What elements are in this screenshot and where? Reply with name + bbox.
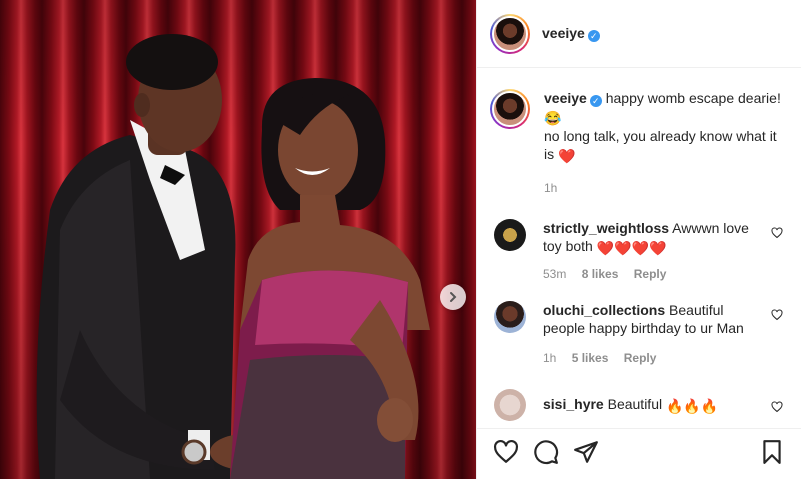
couple-illustration xyxy=(36,34,430,479)
caption-timestamp[interactable]: 1h xyxy=(544,181,557,195)
comments-list[interactable]: veeiye ✓ happy womb escape dearie! 😂 no l… xyxy=(477,69,801,427)
comment-item: sisi_hyre Beautiful 🔥🔥🔥 xyxy=(490,389,785,421)
comment-item: strictly_weightloss Awwwn love toy both … xyxy=(490,219,785,283)
commenter-username[interactable]: sisi_hyre xyxy=(543,396,604,412)
next-photo-button[interactable] xyxy=(440,284,466,310)
author-name-block: veeiye ✓ xyxy=(542,25,600,43)
caption-body: veeiye ✓ happy womb escape dearie! 😂 no l… xyxy=(544,89,784,197)
man-watch xyxy=(181,439,207,465)
post-caption: veeiye ✓ happy womb escape dearie! 😂 no l… xyxy=(490,69,785,197)
caption-avatar-image xyxy=(492,91,528,127)
comment-item: oluchi_collections Beautiful people happ… xyxy=(490,301,785,367)
comment-timestamp[interactable]: 53m xyxy=(543,267,566,281)
author-avatar[interactable] xyxy=(490,13,530,54)
comment-timestamp[interactable]: 1h xyxy=(543,351,556,365)
woman-hand xyxy=(377,398,413,442)
bookmark-icon[interactable] xyxy=(759,439,785,465)
comment-icon[interactable] xyxy=(533,439,559,465)
comment-reply-button[interactable]: Reply xyxy=(624,351,657,365)
commenter-username[interactable]: strictly_weightloss xyxy=(543,220,669,236)
comment-body: oluchi_collections Beautiful people happ… xyxy=(543,301,758,367)
verified-badge-icon: ✓ xyxy=(587,29,600,42)
laughing-emoji-icon: 😂 xyxy=(544,110,562,126)
comment-body: strictly_weightloss Awwwn love toy both … xyxy=(543,219,758,283)
comment-like-heart-icon[interactable] xyxy=(771,309,783,321)
paper-plane-icon[interactable] xyxy=(573,439,599,465)
avatar-image xyxy=(492,15,528,52)
commenter-avatar[interactable] xyxy=(494,301,526,333)
post-side-panel: veeiye ✓ veeiye ✓ happy womb escape dearie… xyxy=(476,0,801,479)
comment-like-heart-icon[interactable] xyxy=(771,227,783,239)
post-actions-bar xyxy=(477,428,801,479)
comment-text: Beautiful xyxy=(607,396,663,412)
commenter-avatar[interactable] xyxy=(494,389,526,421)
comment-body: sisi_hyre Beautiful 🔥🔥🔥 xyxy=(543,389,758,421)
post-header: veeiye ✓ xyxy=(477,0,801,68)
comment-meta: 53m 8 likes Reply xyxy=(543,265,758,283)
comment-like-count[interactable]: 5 likes xyxy=(572,351,609,365)
caption-avatar[interactable] xyxy=(490,89,530,129)
comment-reply-button[interactable]: Reply xyxy=(634,267,667,281)
caption-text-line1: happy womb escape dearie! xyxy=(605,90,781,106)
commenter-avatar[interactable] xyxy=(494,219,526,251)
red-heart-emoji-icon: ❤️❤️❤️❤️ xyxy=(596,240,667,256)
heart-icon[interactable] xyxy=(493,439,519,465)
comment-like-heart-icon[interactable] xyxy=(771,401,783,413)
man-ear xyxy=(134,93,150,117)
caption-meta: 1h xyxy=(544,179,784,197)
fire-emoji-icon: 🔥🔥🔥 xyxy=(665,398,719,414)
man-hair xyxy=(126,34,218,90)
caption-text-line3: no long talk, you already know what it i… xyxy=(544,128,777,162)
comment-meta: 1h 5 likes Reply xyxy=(543,349,758,367)
post-photo[interactable] xyxy=(0,0,476,479)
commenter-username[interactable]: oluchi_collections xyxy=(543,302,665,318)
comment-like-count[interactable]: 8 likes xyxy=(582,267,619,281)
author-username[interactable]: veeiye xyxy=(542,25,585,41)
chevron-right-icon xyxy=(450,292,457,302)
red-heart-emoji-icon: ❤️ xyxy=(558,148,576,164)
caption-username[interactable]: veeiye xyxy=(544,90,587,106)
verified-badge-icon: ✓ xyxy=(589,95,602,107)
